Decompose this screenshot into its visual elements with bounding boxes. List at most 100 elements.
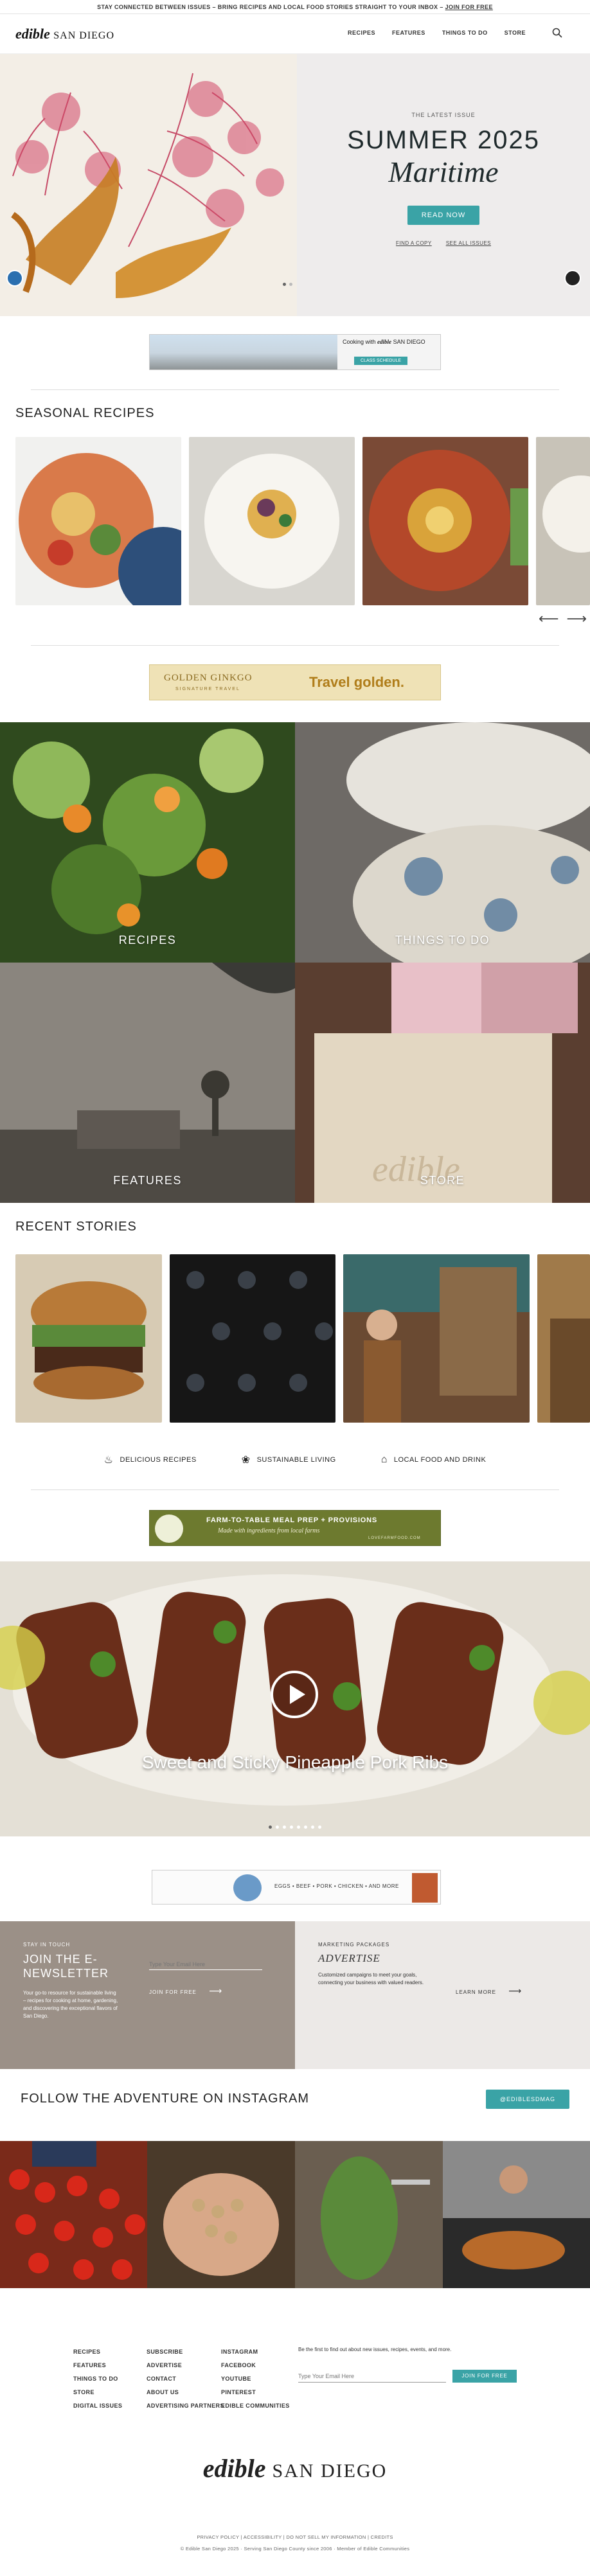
tile-label: THINGS TO DO xyxy=(395,934,490,946)
recipe-card[interactable] xyxy=(536,437,590,605)
farm-to-table-ad[interactable]: FARM-TO-TABLE MEAL PREP + PROVISIONS Mad… xyxy=(149,1510,441,1546)
footer-link[interactable]: ADVERTISING PARTNERS xyxy=(147,2399,224,2413)
footer-link[interactable]: EDIBLE COMMUNITIES xyxy=(221,2399,290,2413)
category-label: DELICIOUS RECIPES xyxy=(120,1456,197,1464)
nav-recipes[interactable]: RECIPES xyxy=(348,30,375,36)
footer-link[interactable]: DIGITAL ISSUES xyxy=(73,2399,122,2413)
learn-more-button[interactable]: LEARN MORE ⟶ xyxy=(456,1985,522,1996)
announcement-text: STAY CONNECTED BETWEEN ISSUES – BRING RE… xyxy=(97,4,443,10)
announcement-bar: STAY CONNECTED BETWEEN ISSUES – BRING RE… xyxy=(0,0,590,14)
category-delicious-recipes[interactable]: ♨ DELICIOUS RECIPES xyxy=(104,1453,197,1466)
carousel-dot[interactable] xyxy=(276,1825,279,1829)
carousel-dot[interactable] xyxy=(289,283,292,286)
story-card[interactable] xyxy=(537,1254,590,1423)
carousel-dot[interactable] xyxy=(297,1825,300,1829)
footer-email-input[interactable] xyxy=(298,2370,446,2383)
seasonal-recipes-title: SEASONAL RECIPES xyxy=(15,406,155,420)
carousel-dot[interactable] xyxy=(311,1825,314,1829)
ad-sub: SIGNATURE TRAVEL xyxy=(175,687,240,691)
footer-link[interactable]: ABOUT US xyxy=(147,2386,224,2399)
tile-label: RECIPES xyxy=(118,934,177,946)
tile-recipes[interactable]: RECIPES xyxy=(0,722,295,963)
featured-video[interactable] xyxy=(0,1561,590,1836)
category-label: LOCAL FOOD AND DRINK xyxy=(393,1456,487,1464)
carousel-dot[interactable] xyxy=(304,1825,307,1829)
recipe-card[interactable] xyxy=(189,437,355,605)
footer-link[interactable]: SUBSCRIBE xyxy=(147,2345,224,2359)
instagram-photo[interactable] xyxy=(0,2141,147,2288)
arrow-left-icon[interactable]: ⟵ xyxy=(539,610,559,627)
carousel-dot[interactable] xyxy=(269,1825,272,1829)
marketing-title: ADVERTISE xyxy=(318,1952,380,1964)
marketing-kicker: MARKETING PACKAGES xyxy=(318,1942,390,1948)
footer-join-button[interactable]: JOIN FOR FREE xyxy=(452,2370,517,2383)
divider xyxy=(31,389,559,390)
footer-link[interactable]: STORE xyxy=(73,2386,122,2399)
footer-link[interactable]: FACEBOOK xyxy=(221,2359,290,2372)
footer-col-about: SUBSCRIBE ADVERTISE CONTACT ABOUT US ADV… xyxy=(147,2345,224,2413)
accessibility-icon[interactable] xyxy=(6,270,23,287)
farm-logo xyxy=(155,1515,183,1543)
tile-store[interactable]: edible STORE xyxy=(295,963,590,1203)
arrow-right-icon: ⟶ xyxy=(209,1985,223,1996)
footer-link[interactable]: INSTAGRAM xyxy=(221,2345,290,2359)
footer-link[interactable]: YOUTUBE xyxy=(221,2372,290,2386)
instagram-photo[interactable] xyxy=(147,2141,295,2288)
footer-link[interactable]: ADVERTISE xyxy=(147,2359,224,2372)
hero-kicker: THE LATEST ISSUE xyxy=(411,112,476,118)
story-card[interactable] xyxy=(170,1254,335,1423)
tile-things-to-do[interactable]: THINGS TO DO xyxy=(295,722,590,963)
instagram-photo[interactable] xyxy=(443,2141,590,2288)
find-a-copy-link[interactable]: FIND A COPY xyxy=(396,240,432,246)
site-logo[interactable]: edible SAN DIEGO xyxy=(15,26,114,42)
chat-icon[interactable] xyxy=(564,270,581,287)
footer-link[interactable]: PINTEREST xyxy=(221,2386,290,2399)
category-links: ♨ DELICIOUS RECIPES ❀ SUSTAINABLE LIVING… xyxy=(0,1453,590,1466)
carousel-dot[interactable] xyxy=(318,1825,321,1829)
arrow-right-icon[interactable]: ⟶ xyxy=(567,610,587,627)
footer-link[interactable]: CONTACT xyxy=(147,2372,224,2386)
newsletter-join-button[interactable]: JOIN FOR FREE ⟶ xyxy=(149,1985,222,1996)
read-now-button[interactable]: READ NOW xyxy=(407,206,480,225)
footer-link[interactable]: THINGS TO DO xyxy=(73,2372,122,2386)
carousel-dot[interactable] xyxy=(290,1825,293,1829)
ad-lead: Cooking with xyxy=(343,339,376,345)
carousel-dot[interactable] xyxy=(283,283,286,286)
footer-link[interactable]: FEATURES xyxy=(73,2359,122,2372)
nav-store[interactable]: STORE xyxy=(505,30,526,36)
instagram-handle-button[interactable]: @EDIBLESDMAG xyxy=(485,2090,569,2109)
market-icon: ⌂ xyxy=(380,1454,388,1465)
play-icon[interactable] xyxy=(271,1671,318,1718)
recipe-card[interactable] xyxy=(362,437,528,605)
instagram-photo[interactable] xyxy=(295,2141,443,2288)
tile-features[interactable]: FEATURES xyxy=(0,963,295,1203)
logo-script: edible xyxy=(15,26,50,42)
carousel-dot[interactable] xyxy=(283,1825,286,1829)
category-sustainable-living[interactable]: ❀ SUSTAINABLE LIVING xyxy=(242,1453,336,1466)
cooking-class-ad[interactable]: Cooking with edible SAN DIEGO CLASS SCHE… xyxy=(149,334,441,370)
ad-brand: edible xyxy=(377,339,392,345)
logo-city: SAN DIEGO xyxy=(53,30,115,41)
golden-ginkgo-ad[interactable]: GOLDEN GINKGO SIGNATURE TRAVEL Travel go… xyxy=(149,664,441,700)
ad-url: LOVEFARMFOOD.COM xyxy=(368,1536,421,1540)
footer-link[interactable]: RECIPES xyxy=(73,2345,122,2359)
recipe-card[interactable] xyxy=(15,437,181,605)
nav-things-to-do[interactable]: THINGS TO DO xyxy=(442,30,488,36)
main-nav: RECIPES FEATURES THINGS TO DO STORE xyxy=(348,30,526,36)
newsletter-email-input[interactable] xyxy=(149,1959,262,1970)
hero-illustration xyxy=(0,54,297,316)
video-carousel-dots xyxy=(0,1825,590,1829)
announcement-join-link[interactable]: JOIN FOR FREE xyxy=(445,4,493,10)
see-all-issues-link[interactable]: SEE ALL ISSUES xyxy=(446,240,491,246)
recent-stories-title: RECENT STORIES xyxy=(15,1220,137,1234)
ad-cta[interactable]: CLASS SCHEDULE xyxy=(354,357,408,365)
story-card[interactable] xyxy=(15,1254,162,1423)
hero-links: FIND A COPY SEE ALL ISSUES xyxy=(321,240,566,246)
ranch-ad[interactable]: EGGS • BEEF • PORK • CHICKEN • AND MORE xyxy=(152,1870,441,1905)
search-icon[interactable] xyxy=(551,27,563,39)
story-card[interactable] xyxy=(343,1254,530,1423)
nav-features[interactable]: FEATURES xyxy=(392,30,425,36)
footer-logo[interactable]: edible SAN DIEGO xyxy=(0,2453,590,2483)
category-local-food-and-drink[interactable]: ⌂ LOCAL FOOD AND DRINK xyxy=(381,1453,487,1466)
legal-links[interactable]: PRIVACY POLICY | ACCESSIBILITY | DO NOT … xyxy=(0,2534,590,2540)
